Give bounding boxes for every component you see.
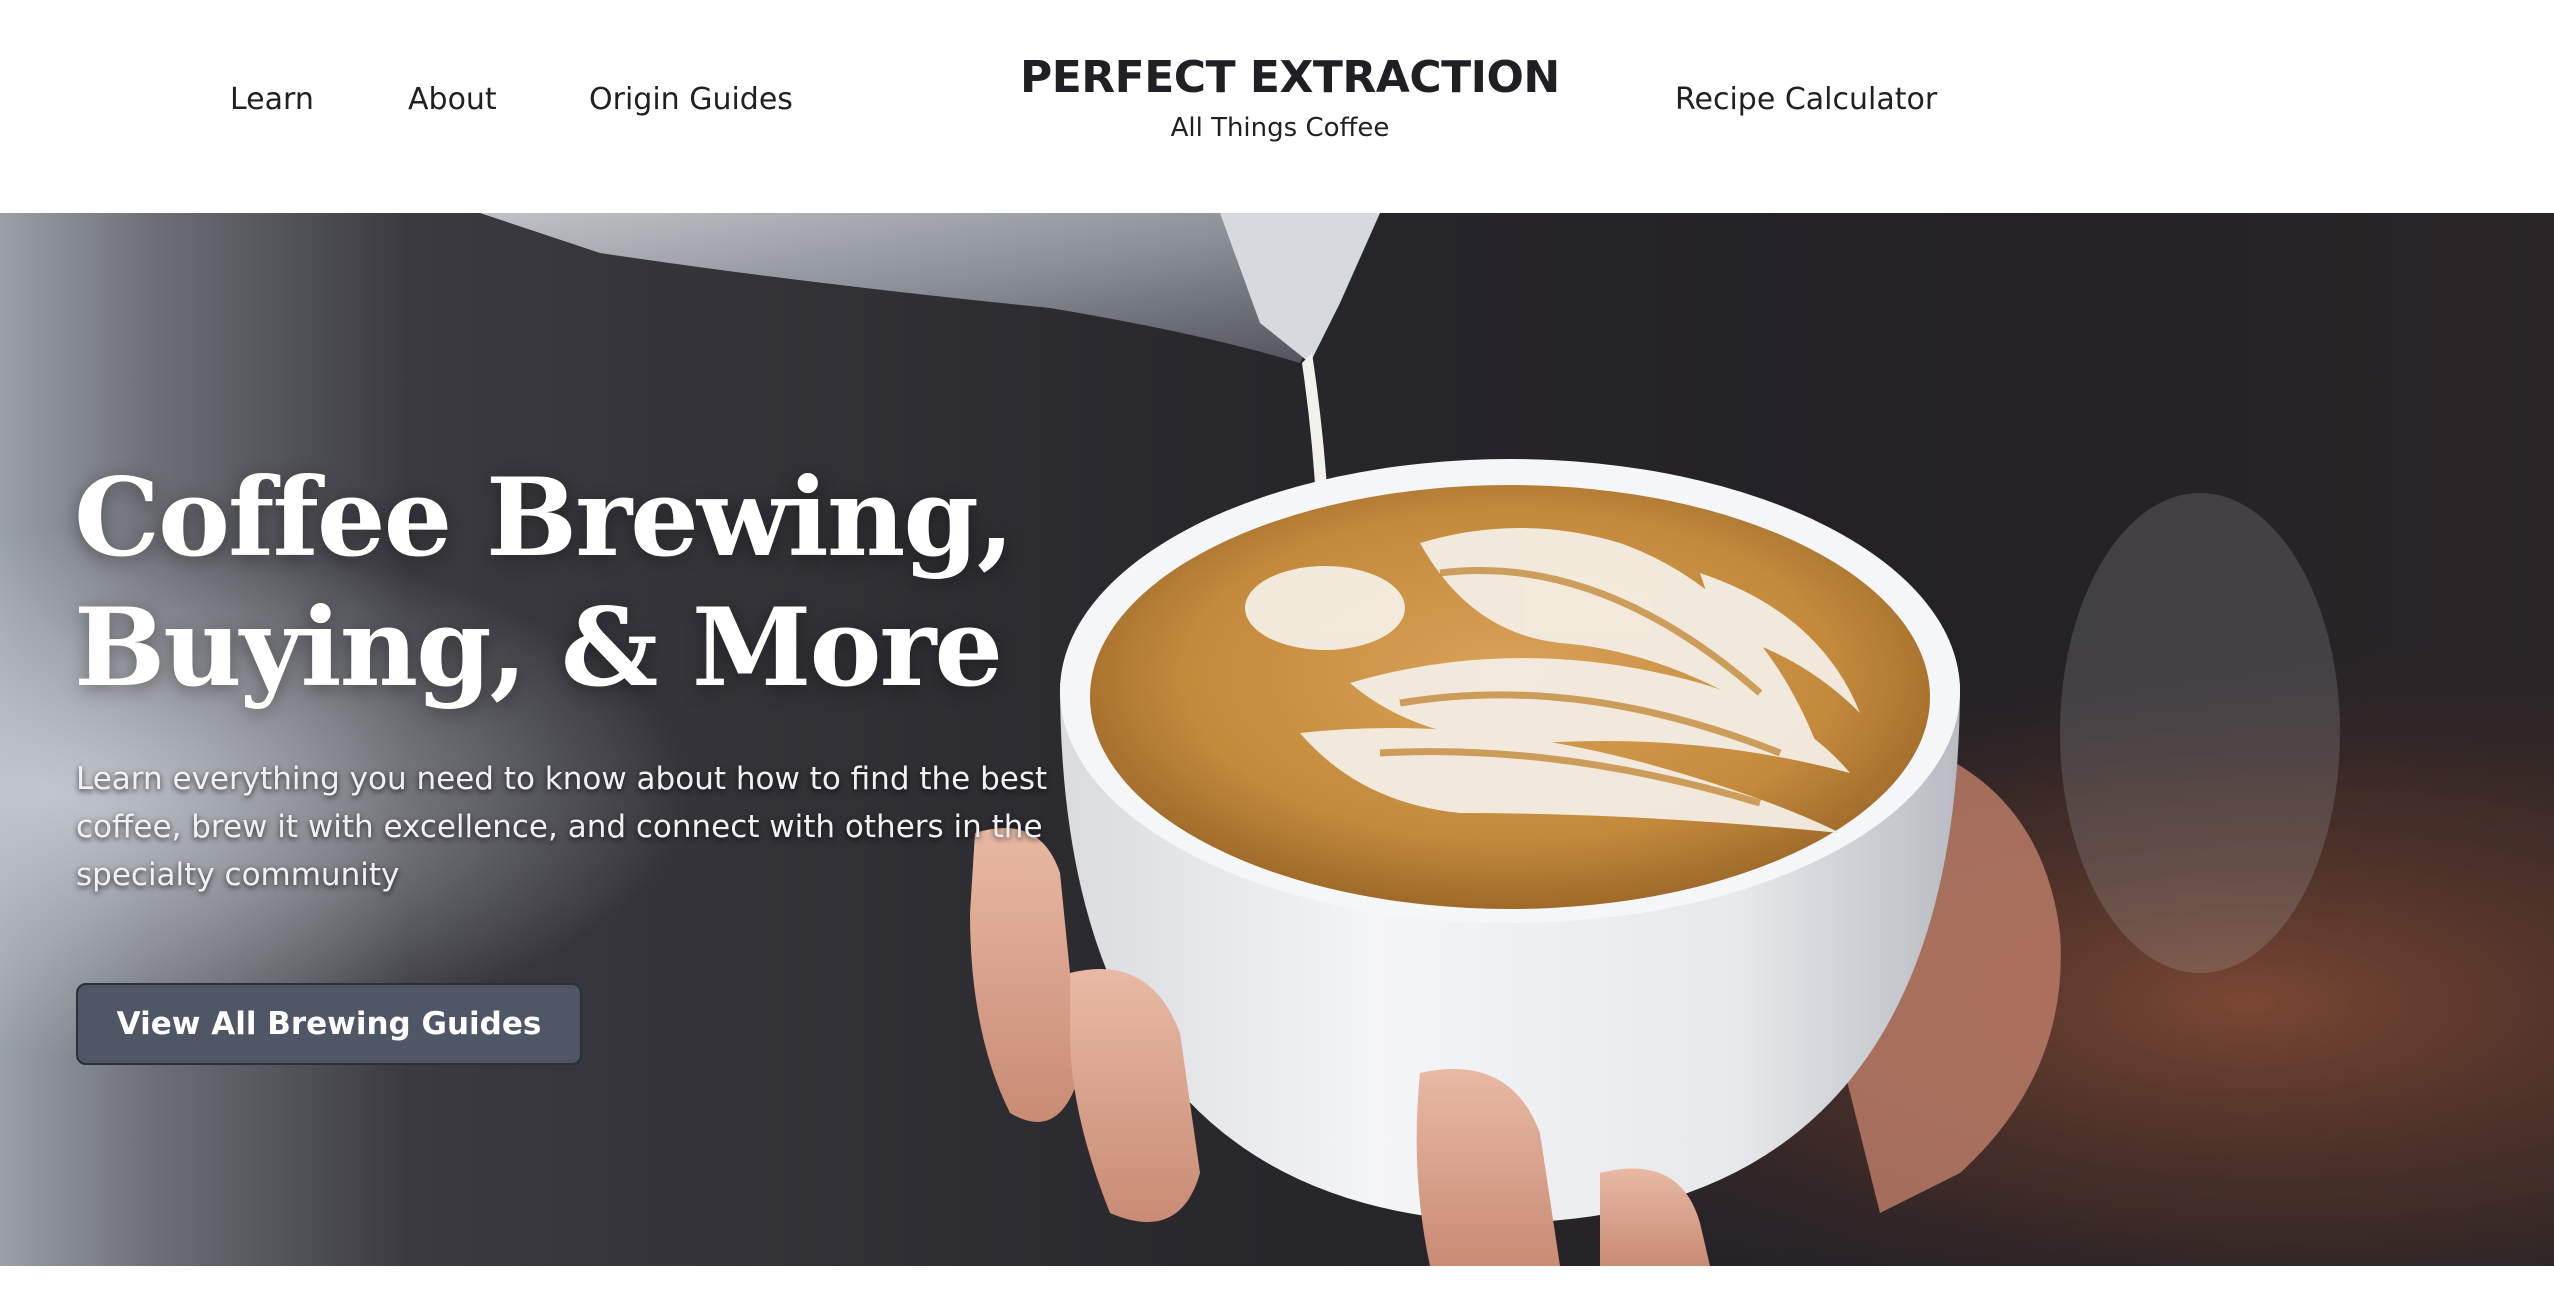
nav-about[interactable]: About: [408, 82, 497, 117]
site-title: PERFECT EXTRACTION: [1020, 52, 1560, 103]
nav-recipe-calculator[interactable]: Recipe Calculator: [1675, 82, 1937, 117]
view-all-brewing-guides-button[interactable]: View All Brewing Guides: [76, 983, 582, 1065]
hero-image: [0, 213, 2554, 1266]
nav-learn[interactable]: Learn: [230, 82, 314, 117]
hero-heading-line-1: Coffee Brewing,: [74, 455, 1014, 581]
site-header: Learn About Origin Guides PERFECT EXTRAC…: [0, 0, 2554, 213]
site-tagline: All Things Coffee: [1170, 113, 1390, 143]
hero-heading: Coffee Brewing, Buying, & More: [74, 453, 1014, 713]
hero-section: Coffee Brewing, Buying, & More Learn eve…: [0, 213, 2554, 1266]
hero-description: Learn everything you need to know about …: [76, 761, 1048, 893]
site-logo[interactable]: PERFECT EXTRACTION All Things Coffee: [1020, 52, 1560, 143]
hero-heading-line-2: Buying, & More: [74, 585, 1003, 711]
nav-origin-guides[interactable]: Origin Guides: [589, 82, 793, 117]
